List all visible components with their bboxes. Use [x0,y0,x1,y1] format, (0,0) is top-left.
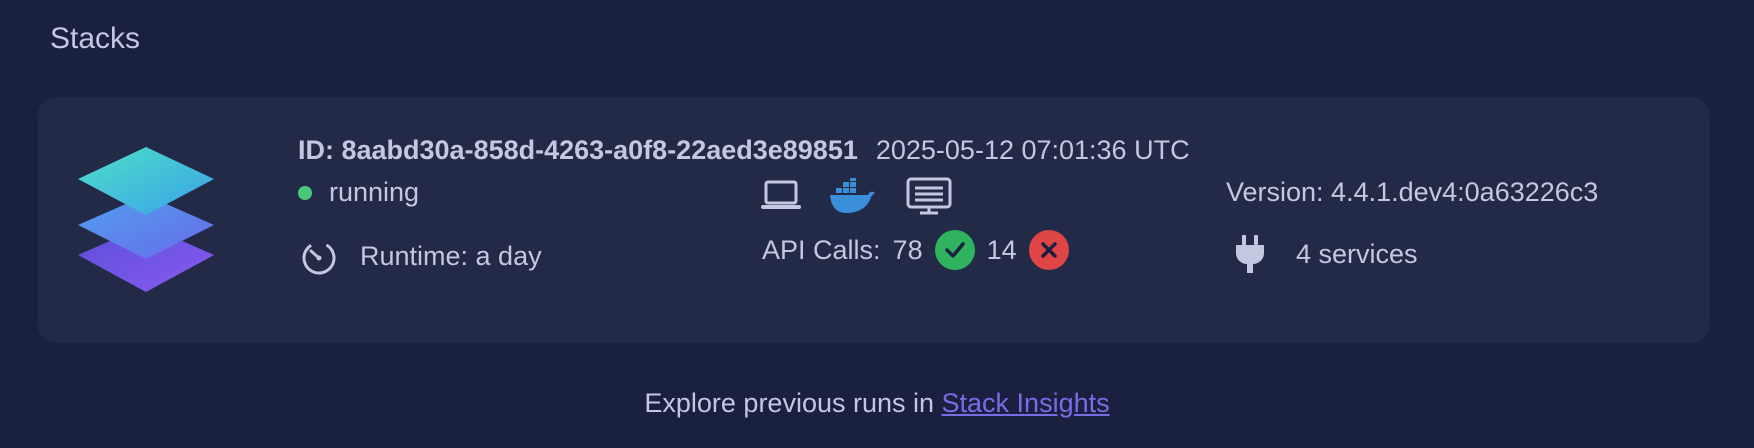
environment-icons [760,177,952,215]
section-title: Stacks [50,22,141,55]
api-calls-label: API Calls: [762,234,881,265]
footer-text: Explore previous runs in Stack Insights [0,388,1754,419]
footer-prefix: Explore previous runs in [644,388,942,418]
runtime-text: Runtime: a day [360,240,542,271]
services-text: 4 services [1296,238,1418,269]
status-dot [298,185,312,200]
status-row: running [298,177,419,208]
stack-id: ID: 8aabd30a-858d-4263-a0f8-22aed3e89851 [298,135,858,165]
stack-insights-link[interactable]: Stack Insights [942,388,1110,418]
laptop-icon [761,180,801,209]
stack-id-line: ID: 8aabd30a-858d-4263-a0f8-22aed3e89851… [298,135,1190,166]
version-row: Version: 4.4.1.dev4:0a63226c3 [1226,177,1598,208]
stack-card[interactable]: ID: 8aabd30a-858d-4263-a0f8-22aed3e89851… [38,97,1710,343]
stack-layers-icon [78,147,214,292]
services-row: 4 services [1234,235,1418,273]
api-success-count: 78 [892,234,923,265]
server-icon [906,177,952,215]
version-text: Version: 4.4.1.dev4:0a63226c3 [1226,177,1599,207]
stack-timestamp: 2025-05-12 07:01:36 UTC [875,135,1190,165]
plug-icon [1236,235,1264,273]
api-calls-row: API Calls: 78 14 [762,230,1069,270]
timer-icon [302,241,336,275]
docker-icon [830,178,875,213]
success-check-icon [934,230,975,270]
status-text: running [329,177,420,207]
error-x-icon [1028,230,1069,270]
runtime-row: Runtime: a day [298,235,542,277]
api-error-count: 14 [986,234,1017,265]
